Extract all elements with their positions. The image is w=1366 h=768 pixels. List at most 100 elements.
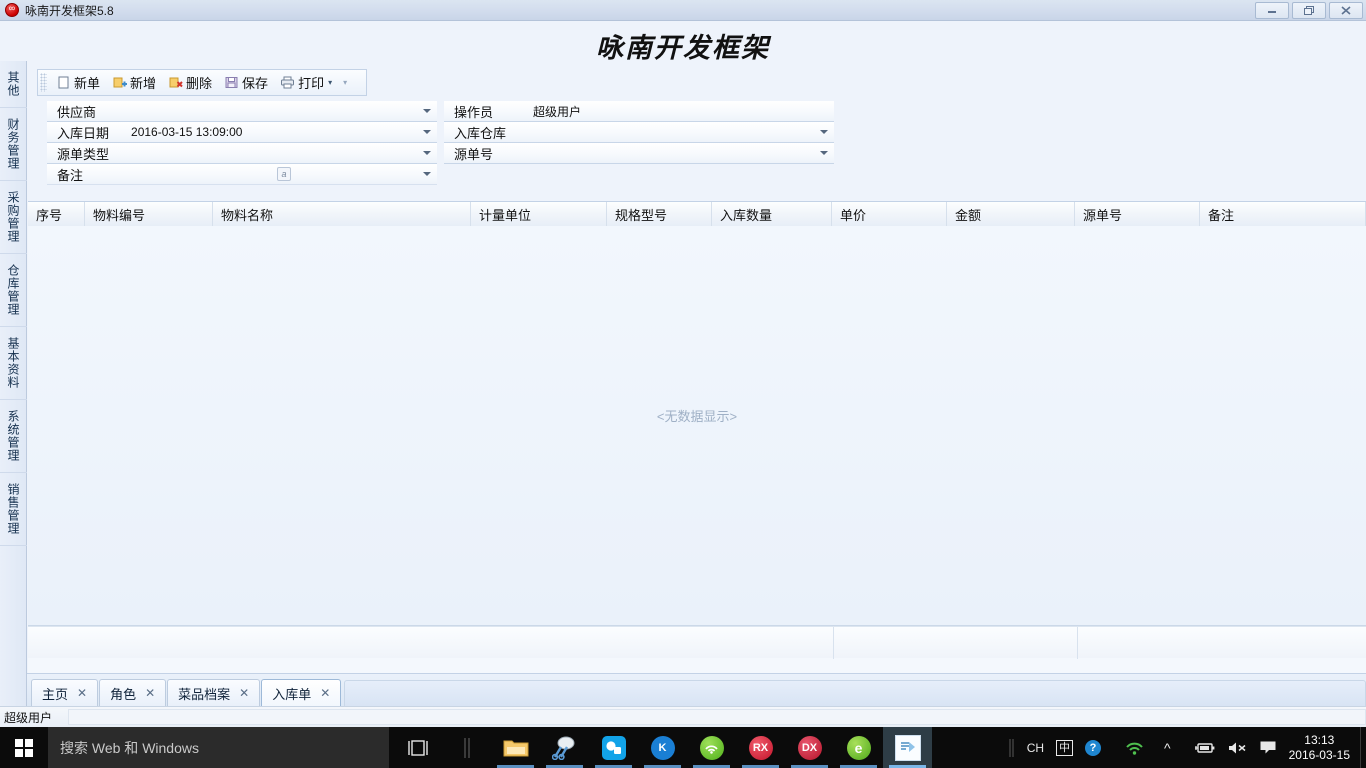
source-doc-type-field[interactable]: 源单类型	[47, 143, 437, 164]
sidebar-item-label: 其他	[6, 71, 20, 97]
app-window-icon[interactable]	[883, 727, 932, 768]
app-banner: 咏南开发框架	[0, 21, 1366, 64]
snipping-tool-icon[interactable]	[540, 727, 589, 768]
toolbar-grip-icon[interactable]	[40, 73, 47, 92]
rx-icon[interactable]: RX	[736, 727, 785, 768]
tab-role[interactable]: 角色 ✕	[99, 679, 167, 706]
app-logo-text: 咏南开发框架	[596, 33, 770, 64]
grid-col-item-code[interactable]: 物料编号	[85, 202, 213, 226]
remark-field[interactable]: 备注 a	[47, 164, 437, 185]
grid-body[interactable]: <无数据显示>	[28, 226, 1366, 626]
tab-inbound-order[interactable]: 入库单 ✕	[261, 679, 342, 706]
show-desktop-button[interactable]	[1360, 727, 1366, 768]
print-button[interactable]: 打印 ▾	[274, 71, 338, 94]
chevron-down-icon[interactable]	[423, 109, 431, 113]
app-logo-icon	[5, 1, 19, 17]
toolbar: 新单 新增 删除 保存 打印 ▾ ▾	[37, 69, 367, 96]
sidebar-item-warehouse[interactable]: 仓库管理	[0, 254, 27, 327]
restore-button[interactable]	[1292, 2, 1326, 19]
browser-icon[interactable]: e	[834, 727, 883, 768]
wifi-icon[interactable]	[1107, 727, 1158, 768]
minimize-button[interactable]	[1255, 2, 1289, 19]
save-button[interactable]: 保存	[218, 71, 274, 94]
inbound-warehouse-field[interactable]: 入库仓库	[444, 122, 834, 143]
inbound-date-field[interactable]: 入库日期 2016-03-15 13:09:00	[47, 122, 437, 143]
delete-row-button[interactable]: 删除	[162, 71, 218, 94]
chevron-down-icon[interactable]	[820, 130, 828, 134]
close-button[interactable]	[1329, 2, 1363, 19]
file-explorer-icon[interactable]	[491, 727, 540, 768]
close-icon[interactable]: ✕	[77, 686, 87, 700]
notification-icon[interactable]	[1253, 727, 1283, 768]
window-title-bar[interactable]: 咏南开发框架5.8	[0, 0, 1366, 21]
taskbar-clock[interactable]: 13:13 2016-03-15	[1283, 727, 1360, 768]
task-view-icon[interactable]	[393, 727, 442, 768]
tab-bar-filler	[344, 680, 1366, 706]
add-row-button[interactable]: 新增	[106, 71, 162, 94]
supplier-field[interactable]: 供应商	[47, 101, 437, 122]
kingsoft-icon[interactable]: K	[638, 727, 687, 768]
grid-summary-cell	[834, 627, 1078, 659]
sidebar-item-basic-data[interactable]: 基本资料	[0, 327, 27, 400]
form-row: 入库日期 2016-03-15 13:09:00 入库仓库	[47, 122, 834, 143]
start-button[interactable]	[0, 727, 48, 768]
battery-icon[interactable]	[1177, 727, 1221, 768]
grid-empty-message: <无数据显示>	[656, 409, 738, 424]
grid-col-item-name[interactable]: 物料名称	[213, 202, 471, 226]
grid-col-source-no[interactable]: 源单号	[1075, 202, 1200, 226]
sidebar-item-other[interactable]: 其他	[0, 61, 27, 108]
status-bar: 超级用户	[0, 706, 1366, 727]
chevron-down-icon[interactable]	[423, 130, 431, 134]
dx-icon[interactable]: DX	[785, 727, 834, 768]
sidebar-item-system[interactable]: 系统管理	[0, 400, 27, 473]
sidebar-item-sales[interactable]: 销售管理	[0, 473, 27, 546]
volume-muted-icon[interactable]	[1221, 727, 1253, 768]
close-icon[interactable]: ✕	[320, 686, 330, 700]
toolbar-overflow-caret-icon[interactable]: ▾	[338, 78, 352, 87]
tab-label: 入库单	[272, 686, 312, 702]
chevron-down-icon[interactable]	[423, 172, 431, 176]
chevron-down-icon[interactable]	[820, 151, 828, 155]
grid-col-spec[interactable]: 规格型号	[607, 202, 712, 226]
operator-value: 超级用户	[533, 104, 582, 119]
green-shield-icon[interactable]	[687, 727, 736, 768]
windows-logo-icon	[15, 738, 33, 757]
chevron-up-icon[interactable]: ^	[1158, 727, 1177, 768]
form-row: 供应商 操作员 超级用户	[47, 101, 834, 122]
source-doc-no-field[interactable]: 源单号	[444, 143, 834, 164]
window-controls	[1255, 2, 1363, 19]
ime-help-icon[interactable]: ?	[1079, 727, 1107, 768]
tray-divider-icon	[1002, 727, 1021, 768]
grid-col-unit[interactable]: 计量单位	[471, 202, 607, 226]
grid-col-quantity[interactable]: 入库数量	[712, 202, 832, 226]
dx-badge: DX	[797, 735, 822, 760]
print-label: 打印	[298, 76, 325, 91]
sidebar-item-label: 系统管理	[6, 410, 20, 462]
new-document-label: 新单	[74, 76, 101, 91]
new-document-button[interactable]: 新单	[50, 71, 106, 94]
memo-editor-icon[interactable]: a	[277, 167, 291, 181]
close-icon[interactable]: ✕	[145, 686, 155, 700]
operator-label: 操作员	[454, 104, 494, 120]
grid-col-amount[interactable]: 金额	[947, 202, 1075, 226]
grid-col-seq[interactable]: 序号	[28, 202, 85, 226]
tab-home[interactable]: 主页 ✕	[31, 679, 99, 706]
qq-icon[interactable]	[589, 727, 638, 768]
print-dropdown-caret-icon[interactable]: ▾	[328, 78, 332, 87]
header-form: 供应商 操作员 超级用户 入库日期 2016-03-15 13:09:00 入库…	[47, 101, 834, 185]
chevron-down-icon[interactable]	[423, 151, 431, 155]
sidebar-item-finance[interactable]: 财务管理	[0, 108, 27, 181]
close-icon[interactable]: ✕	[239, 686, 249, 700]
ime-language-icon[interactable]: CH	[1021, 727, 1050, 768]
grid-col-remark[interactable]: 备注	[1200, 202, 1366, 226]
ime-mode-icon[interactable]: 中	[1050, 727, 1079, 768]
sidebar-item-purchasing[interactable]: 采购管理	[0, 181, 27, 254]
status-user-label: 超级用户	[4, 710, 53, 725]
document-client-area: 新单 新增 删除 保存 打印 ▾ ▾ 供应商 操作员 超级用户 入库日期 201…	[27, 61, 1366, 706]
search-placeholder-label: 搜索 Web 和 Windows	[60, 739, 199, 756]
sidebar-item-label: 仓库管理	[6, 264, 20, 316]
save-icon	[224, 75, 239, 90]
grid-col-unit-price[interactable]: 单价	[832, 202, 947, 226]
taskbar-search-input[interactable]: 搜索 Web 和 Windows	[48, 727, 389, 768]
tab-dish-archive[interactable]: 菜品档案 ✕	[167, 679, 261, 706]
